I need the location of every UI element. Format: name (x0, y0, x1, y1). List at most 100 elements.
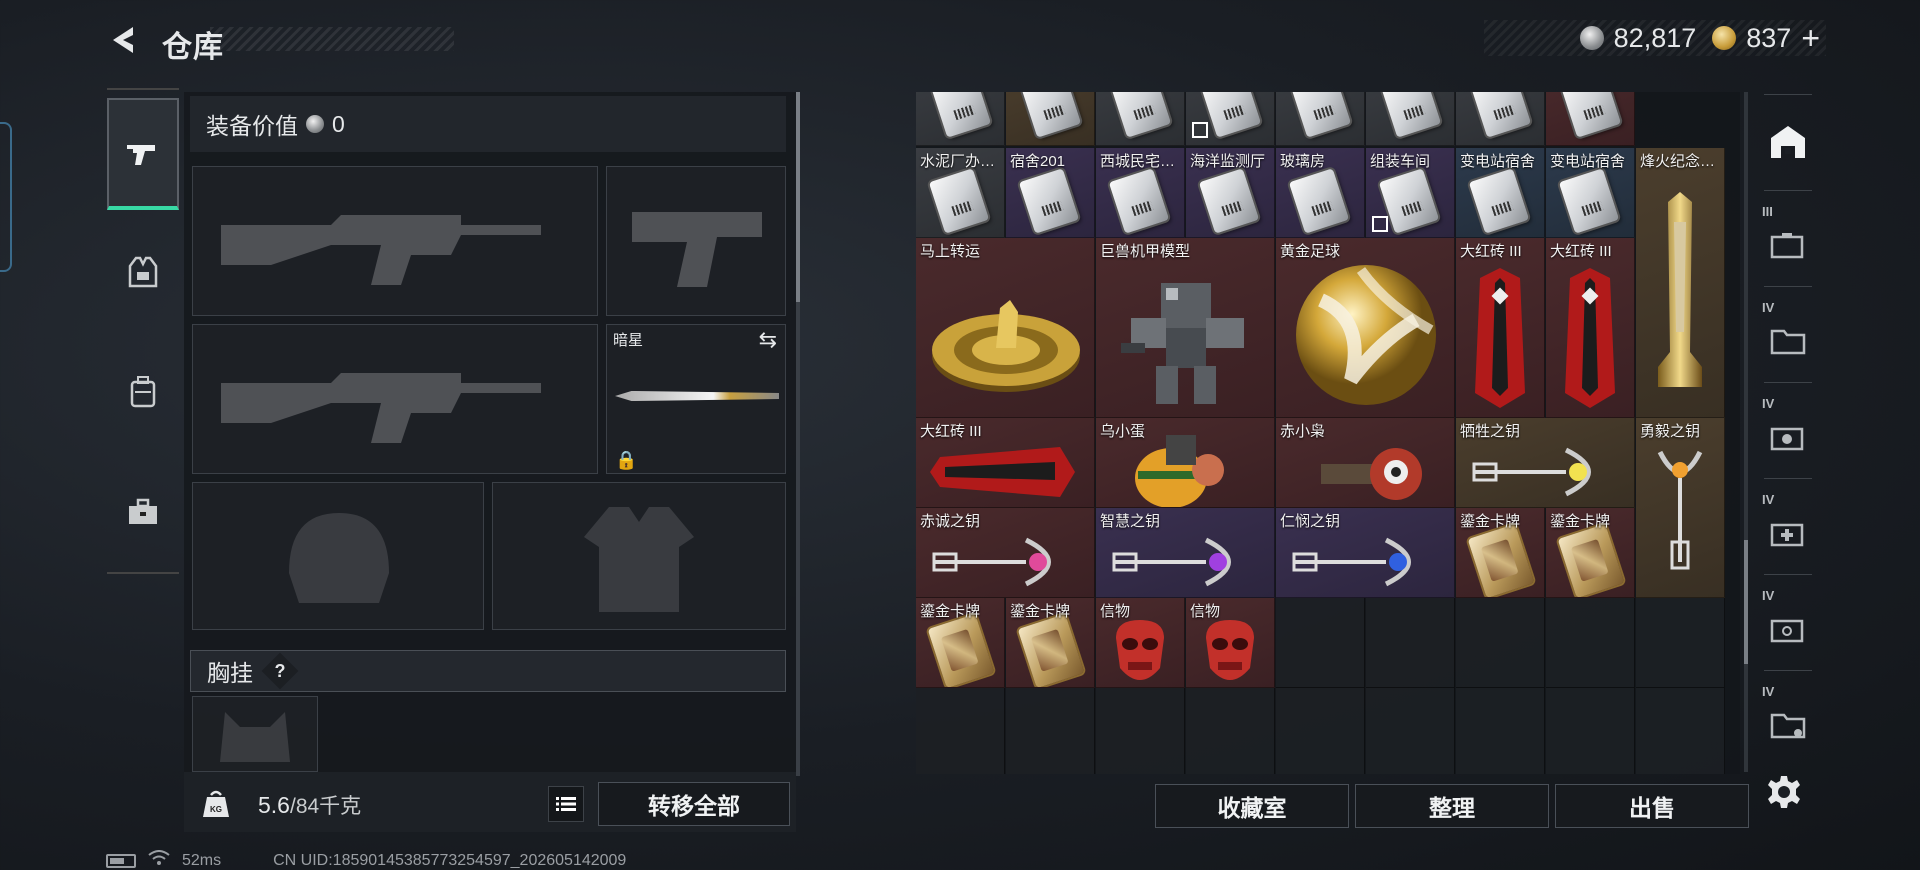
golden-disc-icon (932, 300, 1080, 392)
empty-cell[interactable] (1546, 688, 1635, 774)
empty-cell[interactable] (1366, 598, 1455, 688)
gear-icon (1768, 776, 1800, 808)
empty-cell[interactable] (1366, 688, 1455, 774)
red-brick-horizontal-icon (930, 447, 1075, 497)
weight-current: 5.6 (258, 792, 290, 818)
key-cell[interactable]: 勇毅之钥 (1636, 418, 1725, 598)
lucky-wheel-cell[interactable]: 马上转运 (916, 238, 1095, 418)
empty-cell[interactable] (1276, 688, 1365, 774)
tab-storage-IV-d[interactable]: IV (1756, 580, 1820, 668)
chest-rig-label: 胸挂 (207, 660, 253, 686)
transfer-all-button[interactable]: 转移全部 (598, 782, 790, 826)
helmet-slot[interactable] (192, 482, 484, 630)
vest-icon (128, 256, 158, 288)
gilded-card-cell[interactable]: 鎏金卡牌 (916, 598, 1005, 688)
tab-storage-IV-e[interactable]: IV (1756, 676, 1820, 764)
grid-cell[interactable] (1546, 92, 1635, 146)
help-button[interactable]: ? (261, 652, 299, 690)
equipment-value: 0 (332, 110, 345, 137)
gilded-card-cell[interactable]: 鎏金卡牌 (1006, 598, 1095, 688)
empty-cell[interactable] (1636, 688, 1725, 774)
sort-button[interactable]: 整理 (1355, 784, 1549, 828)
key-cell[interactable]: 智慧之钥 (1096, 508, 1275, 598)
grid-cell[interactable] (1456, 92, 1545, 146)
empty-cell[interactable] (1186, 688, 1275, 774)
helmet-silhouette-icon (289, 513, 389, 603)
back-button[interactable] (104, 20, 144, 60)
tab-storage-IV-c[interactable]: IV (1756, 484, 1820, 572)
golden-football-cell[interactable]: 黄金足球 (1276, 238, 1455, 418)
empty-cell[interactable] (1456, 598, 1545, 688)
gilded-card-cell[interactable]: 鎏金卡牌 (1456, 508, 1545, 598)
empty-cell[interactable] (1276, 598, 1365, 688)
tab-storage-IV-b[interactable]: IV (1756, 388, 1820, 476)
owl-figure-cell[interactable]: 赤小枭 (1276, 418, 1455, 508)
token-mask-cell[interactable]: 信物 (1186, 598, 1275, 688)
grid-cell[interactable] (1096, 92, 1185, 146)
empty-cell[interactable] (1546, 598, 1635, 688)
chest-rig-bar: 胸挂 ? (190, 650, 786, 692)
grid-cell[interactable] (1006, 92, 1095, 146)
egg-figure-cell[interactable]: 乌小蛋 (1096, 418, 1275, 508)
sell-button[interactable]: 出售 (1555, 784, 1749, 828)
gold-coin-icon (1712, 26, 1737, 50)
token-mask-cell[interactable]: 信物 (1096, 598, 1185, 688)
access-card-cell[interactable]: 变电站宿舍 (1546, 148, 1635, 238)
collection-room-button[interactable]: 收藏室 (1155, 784, 1349, 828)
red-brick-cell[interactable]: 大红砖 III (916, 418, 1095, 508)
empty-cell[interactable] (1096, 688, 1185, 774)
empty-cell[interactable] (1006, 688, 1095, 774)
empty-cell[interactable] (1636, 598, 1725, 688)
red-brick-cell[interactable]: 大红砖 III (1546, 238, 1635, 418)
red-brick-cell[interactable]: 大红砖 III (1456, 238, 1545, 418)
gilded-card-cell[interactable]: 鎏金卡牌 (1546, 508, 1635, 598)
primary-weapon-slot[interactable] (192, 166, 598, 316)
red-brick-icon (1475, 268, 1525, 408)
tab-armor[interactable] (107, 216, 179, 328)
tab-home-storage[interactable] (1756, 98, 1820, 186)
mech-model-cell[interactable]: 巨兽机甲模型 (1096, 238, 1275, 418)
warehouse-scrollbar-thumb[interactable] (1744, 540, 1748, 664)
melee-slot[interactable]: 暗星 ⇆ 🔒 (606, 324, 786, 474)
title-decoration (210, 27, 454, 51)
key-cell[interactable]: 牺牲之钥 (1456, 418, 1635, 508)
grid-cell[interactable] (1276, 92, 1365, 146)
sidearm-slot[interactable] (606, 166, 786, 316)
empty-cell[interactable] (916, 688, 1005, 774)
tab-backpack[interactable] (107, 336, 179, 448)
tab-weapon[interactable] (107, 98, 179, 210)
key-cell[interactable]: 仁悯之钥 (1276, 508, 1455, 598)
tab-storage-IV-a[interactable]: IV (1756, 292, 1820, 380)
silver-coin-icon (306, 115, 324, 133)
key-cell[interactable]: 赤诚之钥 (916, 508, 1095, 598)
weight-icon: KG (196, 784, 236, 824)
list-view-button[interactable] (548, 786, 584, 822)
chest-rig-slot[interactable] (192, 696, 318, 772)
grid-cell[interactable] (1186, 92, 1275, 146)
tab-storage-III[interactable]: III (1756, 196, 1820, 284)
grid-cell[interactable] (1366, 92, 1455, 146)
edge-handle[interactable] (0, 122, 12, 272)
access-card-cell[interactable]: 宿舍201 (1006, 148, 1095, 238)
access-card-cell[interactable]: 水泥厂办… (916, 148, 1005, 238)
beacon-memorial-cell[interactable]: 烽火纪念… (1636, 148, 1725, 418)
access-card-cell[interactable]: 玻璃房 (1276, 148, 1365, 238)
tab-toolbox[interactable] (107, 456, 179, 568)
access-card-cell[interactable]: 组装车间 (1366, 148, 1455, 238)
secondary-weapon-slot[interactable] (192, 324, 598, 474)
pistol-silhouette-icon (632, 212, 762, 287)
access-card-cell[interactable]: 海洋监测厅 (1186, 148, 1275, 238)
warehouse-scrollbar[interactable] (1744, 92, 1748, 772)
grid-cell[interactable] (916, 92, 1005, 146)
mech-robot-icon (1121, 283, 1244, 404)
add-currency-button[interactable]: + (1801, 22, 1820, 54)
warehouse-icon (1771, 126, 1805, 158)
warehouse-grid: 水泥厂办… 宿舍201 西城民宅… 海洋监测厅 玻璃房 组装车间 变电站宿舍 变… (916, 92, 1740, 774)
access-card-cell[interactable]: 变电站宿舍 (1456, 148, 1545, 238)
armor-slot[interactable] (492, 482, 786, 630)
access-card-cell[interactable]: 西城民宅… (1096, 148, 1185, 238)
swap-icon[interactable]: ⇆ (759, 327, 777, 353)
settings-button[interactable] (1760, 768, 1808, 816)
empty-cell[interactable] (1456, 688, 1545, 774)
equipment-scrollbar-thumb[interactable] (796, 92, 800, 302)
